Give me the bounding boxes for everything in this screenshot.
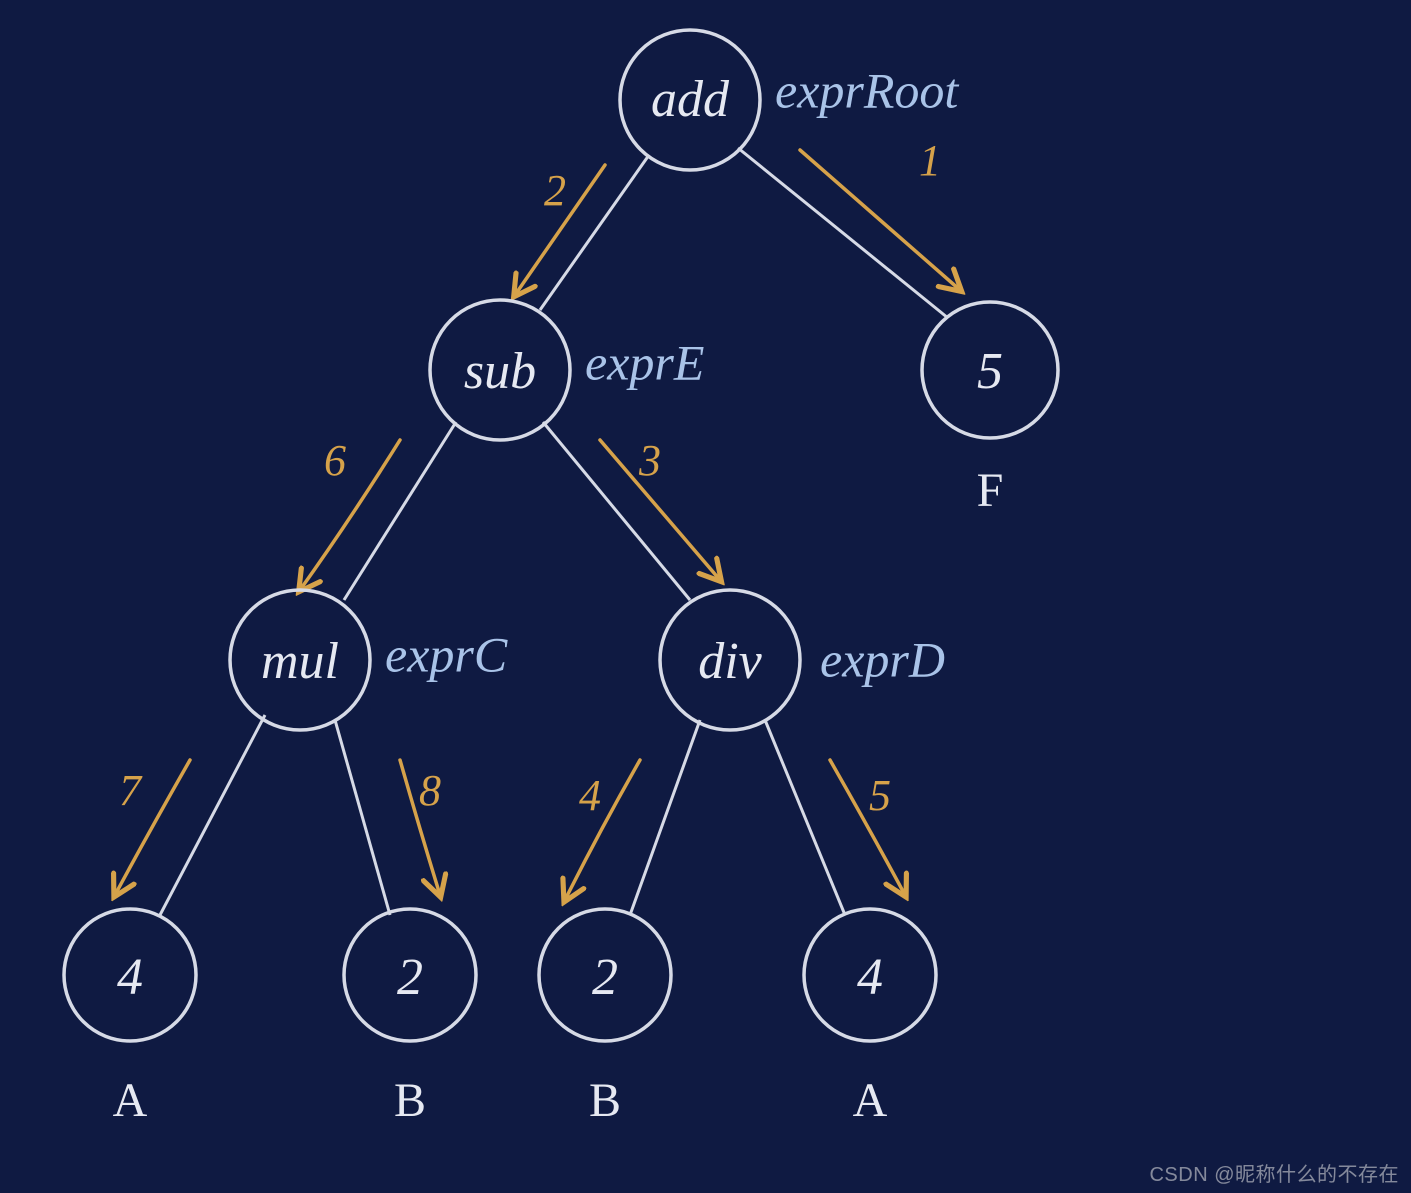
edge-num-5: 5 bbox=[869, 771, 891, 820]
node-b1: 2 B bbox=[344, 909, 476, 1127]
edge-num-6: 6 bbox=[324, 436, 346, 485]
node-d-label: exprD bbox=[820, 631, 945, 687]
node-b2: 2 B bbox=[539, 909, 671, 1127]
watermark-text: CSDN @昵称什么的不存在 bbox=[1149, 1158, 1399, 1187]
edge-num-2: 2 bbox=[544, 166, 566, 215]
edge-num-3: 3 bbox=[638, 436, 661, 485]
node-root-value: add bbox=[651, 71, 730, 128]
expression-tree-diagram: add exprRoot 5 F sub exprE mul exprC div… bbox=[0, 0, 1411, 1193]
node-f: 5 F bbox=[922, 302, 1058, 517]
order-arrow-4 bbox=[565, 760, 640, 900]
edge-d-b2 bbox=[630, 720, 700, 915]
edge-num-4: 4 bbox=[579, 771, 601, 820]
edge-c-b1 bbox=[335, 720, 390, 915]
node-a2-label: A bbox=[853, 1074, 888, 1127]
edge-num-1: 1 bbox=[919, 136, 941, 185]
node-c-value: mul bbox=[261, 633, 339, 690]
node-c-label: exprC bbox=[385, 626, 508, 682]
node-e: sub exprE bbox=[430, 300, 704, 440]
node-b1-label: B bbox=[394, 1074, 426, 1127]
node-c: mul exprC bbox=[230, 590, 508, 730]
node-b2-label: B bbox=[589, 1074, 621, 1127]
node-a1-label: A bbox=[113, 1074, 148, 1127]
edge-num-8: 8 bbox=[419, 766, 441, 815]
node-a1-value: 4 bbox=[117, 949, 143, 1006]
node-a1: 4 A bbox=[64, 909, 196, 1127]
node-f-value: 5 bbox=[977, 343, 1003, 400]
order-arrow-5 bbox=[830, 760, 905, 895]
node-d-value: div bbox=[698, 633, 762, 690]
node-a2: 4 A bbox=[804, 909, 936, 1127]
edge-num-7: 7 bbox=[119, 766, 143, 815]
node-d: div exprD bbox=[660, 590, 945, 730]
node-b1-value: 2 bbox=[397, 949, 423, 1006]
edge-e-d bbox=[543, 422, 690, 600]
node-e-label: exprE bbox=[585, 334, 704, 390]
edge-c-a1 bbox=[160, 715, 265, 915]
node-f-label: F bbox=[977, 464, 1004, 517]
edge-root-f bbox=[738, 148, 948, 318]
node-b2-value: 2 bbox=[592, 949, 618, 1006]
edge-d-a2 bbox=[765, 720, 845, 915]
node-a2-value: 4 bbox=[857, 949, 883, 1006]
node-root-label: exprRoot bbox=[775, 62, 959, 118]
node-root: add exprRoot bbox=[620, 30, 959, 170]
order-arrow-6 bbox=[300, 440, 400, 590]
node-e-value: sub bbox=[464, 343, 536, 400]
edge-e-c bbox=[344, 422, 456, 600]
